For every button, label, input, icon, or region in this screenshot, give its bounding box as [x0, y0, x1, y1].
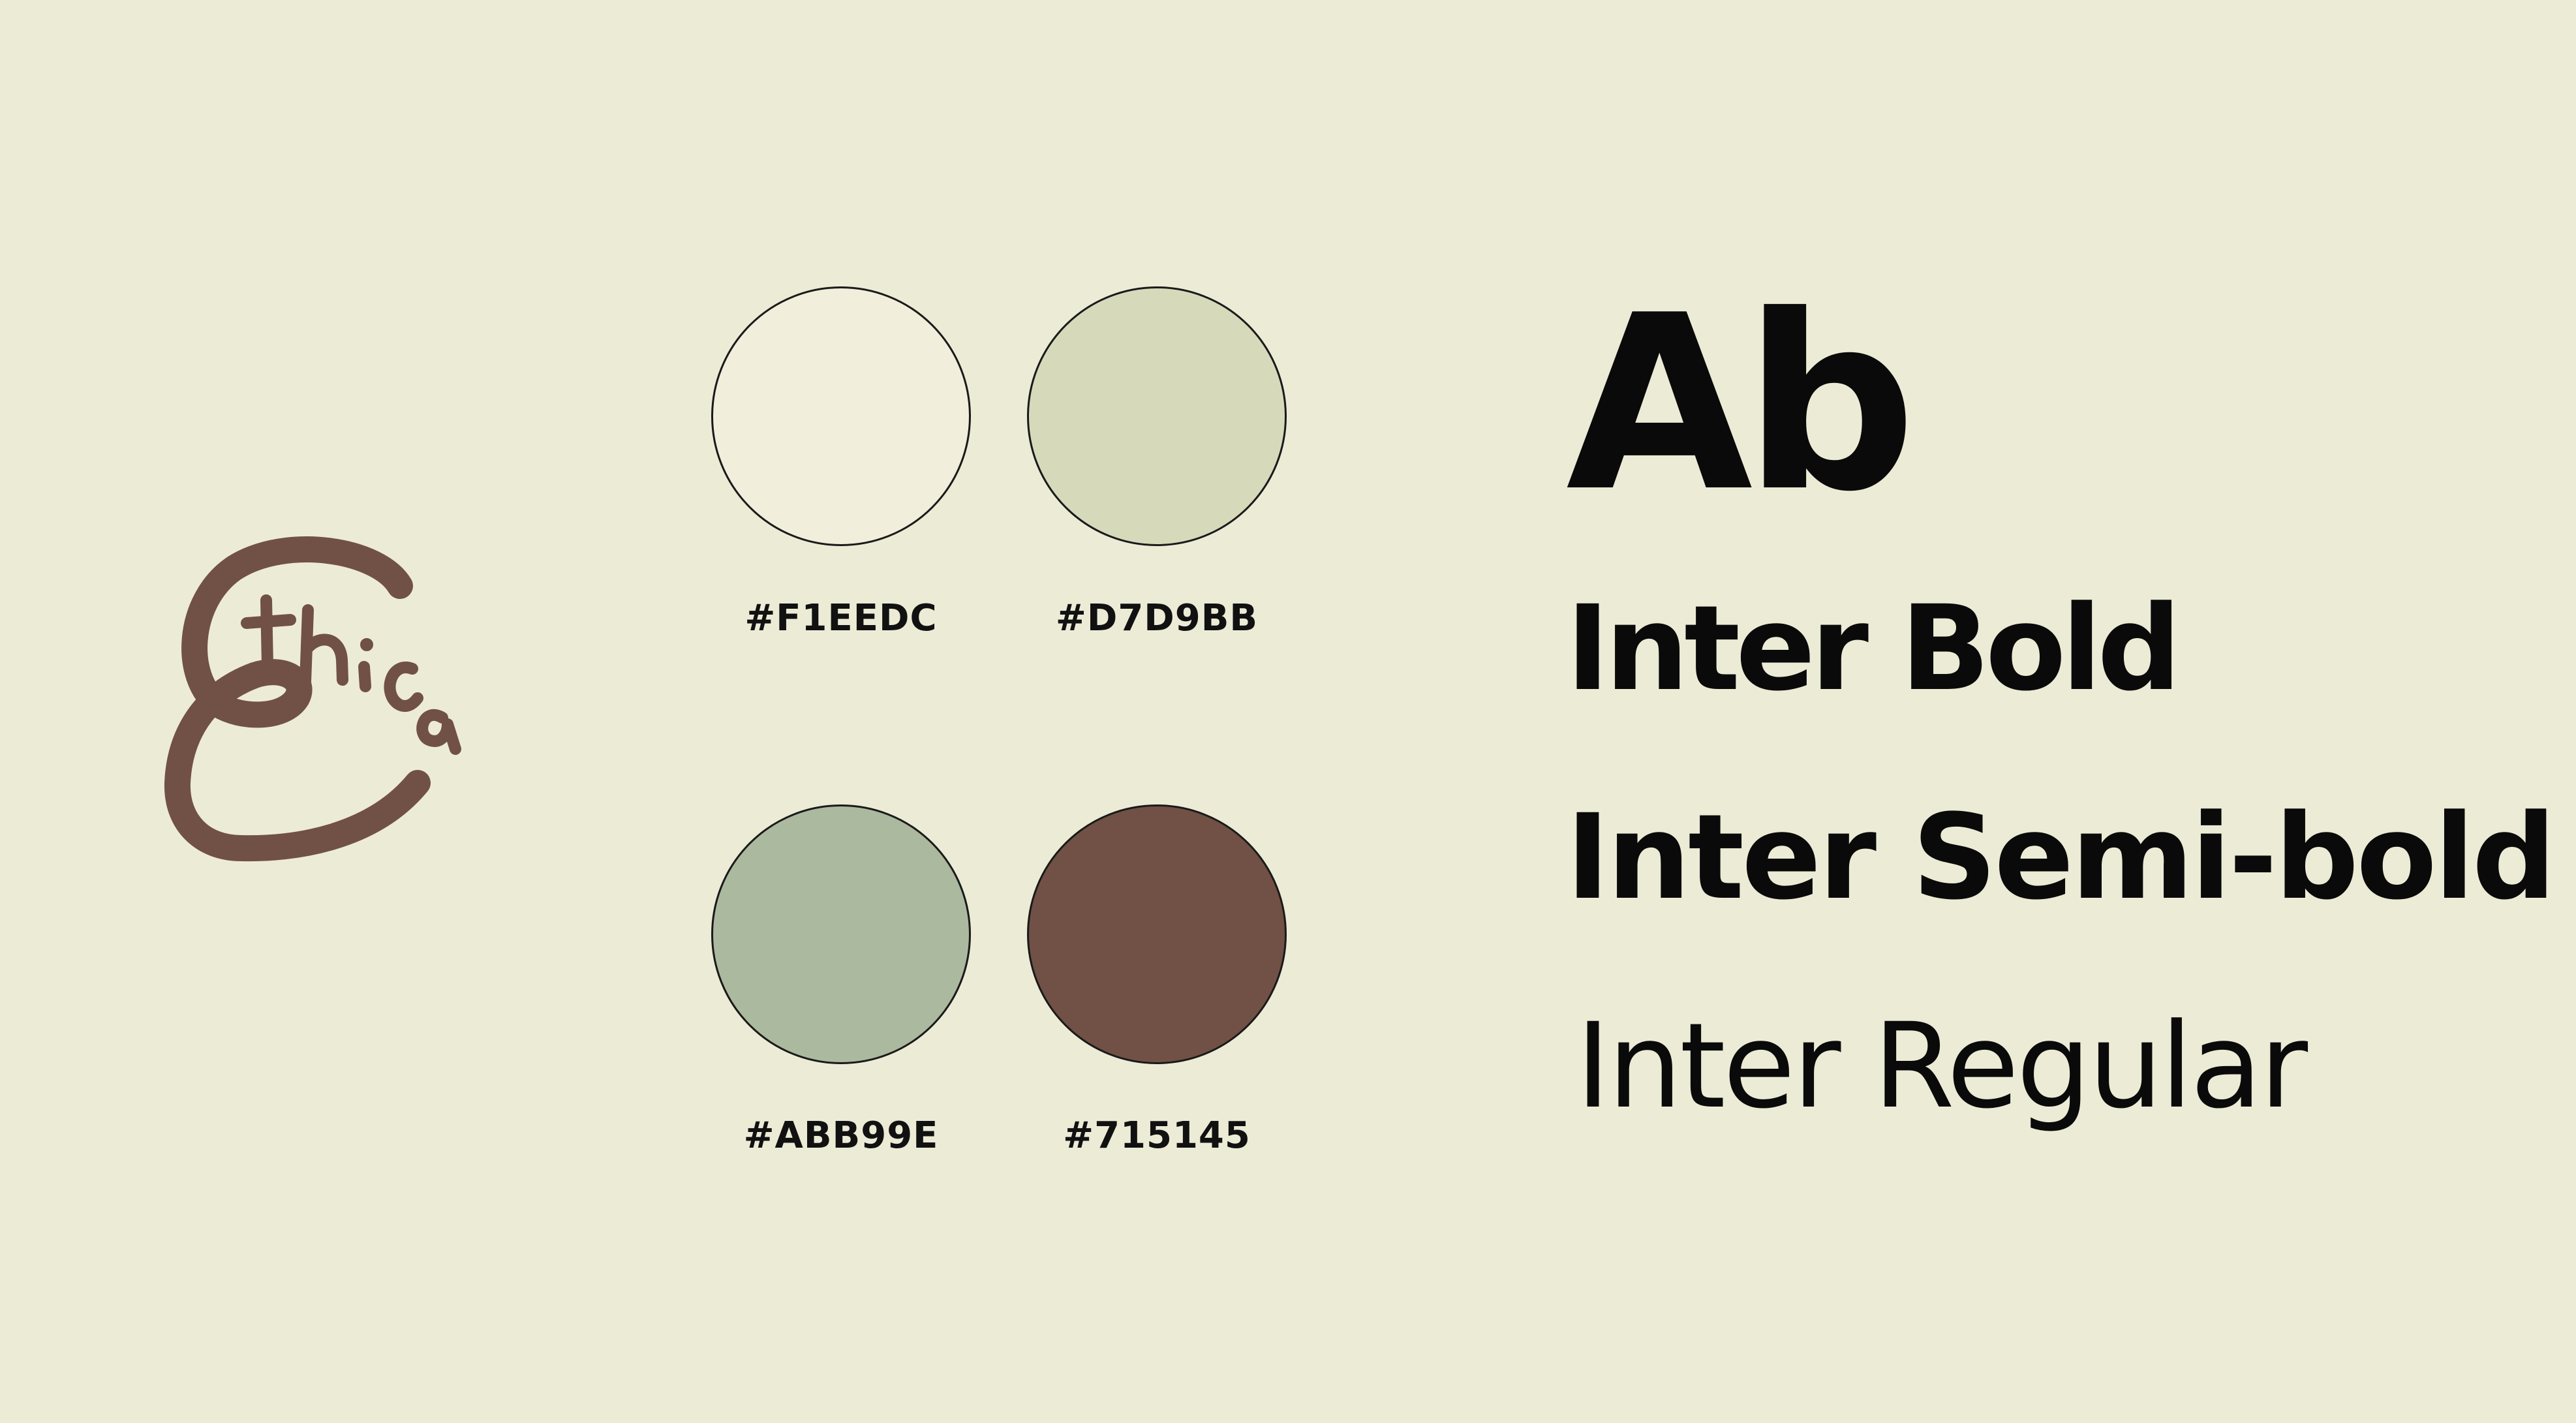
swatch-label-715145: #715145: [1063, 1114, 1251, 1157]
swatch-d7d9bb: [1027, 286, 1287, 546]
swatch-abb99e: [711, 804, 971, 1064]
type-style-semibold: Inter Semi-bold: [1566, 789, 2556, 926]
swatch-label-abb99e: #ABB99E: [743, 1114, 939, 1157]
swatch-label-d7d9bb: #D7D9BB: [1055, 597, 1259, 639]
swatch-label-f1eedc: #F1EEDC: [744, 597, 938, 639]
swatch-715145: [1027, 804, 1287, 1064]
type-sample-ab: Ab: [1566, 264, 1916, 545]
type-style-bold: Inter Bold: [1566, 581, 2181, 717]
swatch-f1eedc: [711, 286, 971, 546]
type-style-regular: Inter Regular: [1576, 998, 2308, 1135]
ethica-logo: [164, 536, 461, 862]
